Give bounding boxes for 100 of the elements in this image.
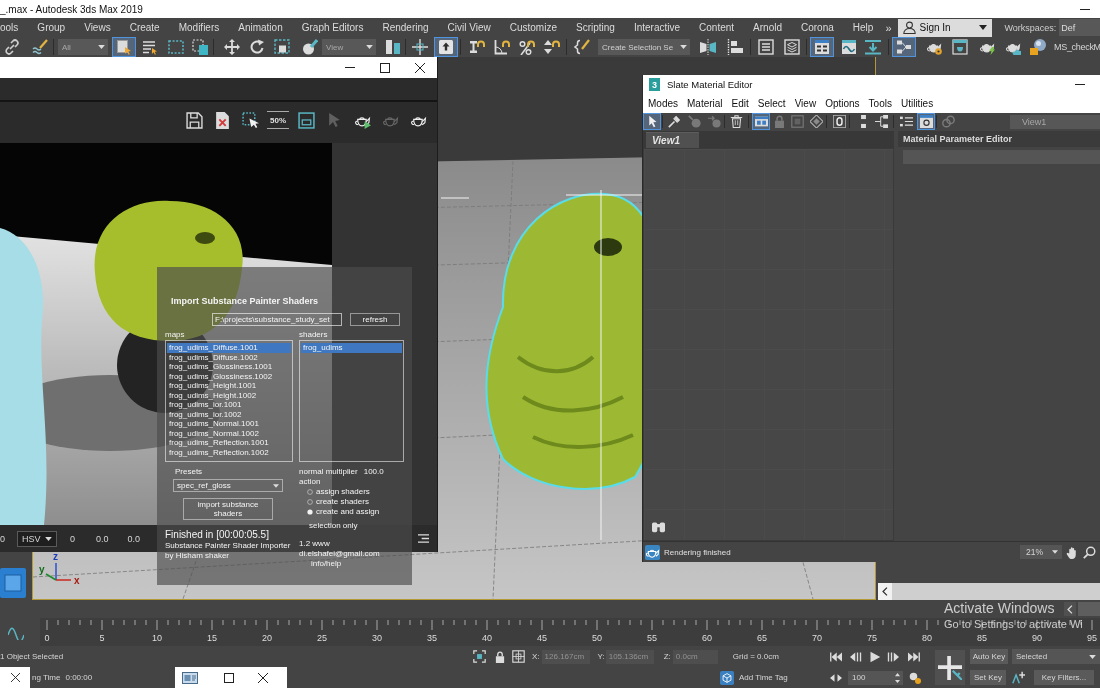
menu-item[interactable]: Modes — [648, 98, 678, 109]
cursor-button[interactable] — [643, 113, 661, 130]
set-key-button[interactable]: Set Key — [970, 670, 1006, 685]
window-thumbnail-icon[interactable] — [182, 669, 198, 686]
menu-item[interactable]: View — [794, 98, 817, 109]
left-right-arrows-icon[interactable] — [830, 671, 842, 684]
list-item[interactable]: frog_udims_Diffuse.1002 — [167, 352, 291, 362]
menu-item[interactable]: Customize — [509, 22, 557, 33]
menu-item[interactable]: Civil View — [447, 22, 491, 33]
ring-box-button[interactable] — [830, 113, 848, 130]
menu-item[interactable]: Scripting — [576, 22, 615, 33]
menu-lines-icon[interactable] — [418, 533, 429, 544]
menu-item[interactable]: Create — [129, 22, 160, 33]
key-mode-dropdown[interactable]: Selected — [1012, 649, 1100, 664]
close-icon[interactable] — [414, 62, 425, 73]
arrow-box-button[interactable] — [434, 37, 458, 57]
menu-item[interactable]: Tools — [868, 98, 892, 109]
view-tab[interactable]: View1 — [646, 132, 699, 148]
node-graph-button[interactable] — [892, 37, 916, 57]
list-item[interactable]: frog_udims_Reflection.1001 — [167, 438, 291, 448]
menu-item[interactable]: Utilities — [900, 98, 934, 109]
help-link[interactable]: info/help — [311, 559, 342, 569]
sign-in-button[interactable]: Sign In — [897, 18, 992, 37]
list-item[interactable]: frog_udims_Glossiness.1001 — [167, 362, 291, 372]
list-item[interactable]: frog_udims_ior.1002 — [167, 409, 291, 419]
list-item[interactable]: frog_udims_Glossiness.1002 — [167, 371, 291, 381]
preset-dropdown[interactable]: spec_ref_gloss — [173, 479, 283, 492]
radio-button[interactable] — [307, 509, 313, 515]
list-item[interactable]: frog_udims_Normal.1002 — [167, 428, 291, 438]
parameter-window-button[interactable] — [917, 113, 935, 130]
minimize-icon[interactable] — [1080, 8, 1090, 10]
preview-close-button[interactable] — [0, 667, 30, 688]
selection-set-dropdown[interactable]: Create Selection Se — [598, 39, 690, 55]
menu-item[interactable]: Material — [687, 98, 723, 109]
script-button[interactable]: MS_checkM — [1054, 42, 1100, 52]
key-curve-icon[interactable] — [1012, 671, 1025, 684]
diamond-button[interactable] — [807, 113, 825, 130]
crossed-box-icon[interactable] — [512, 650, 525, 663]
menu-item[interactable]: Graph Editors — [301, 22, 364, 33]
list-item[interactable]: frog_udims_Diffuse.1001 — [167, 343, 291, 353]
list-item[interactable]: frog_udims_Height.1001 — [167, 381, 291, 391]
menu-item[interactable]: Arnold — [753, 22, 782, 33]
padlock-icon[interactable] — [494, 650, 506, 663]
time-config-icon[interactable] — [909, 671, 921, 684]
key-plus-button[interactable] — [935, 650, 965, 685]
menu-item[interactable]: ools — [0, 22, 19, 33]
scrollbar-track[interactable] — [878, 583, 1100, 600]
focus-square-icon[interactable] — [473, 650, 486, 663]
color-mode-dropdown[interactable]: HSV — [17, 530, 57, 547]
node-view[interactable] — [643, 148, 894, 541]
menu-item[interactable]: Edit — [731, 98, 749, 109]
play-icon[interactable] — [869, 650, 881, 663]
path-field[interactable]: F:\projects\substance_study_set — [212, 313, 342, 326]
menu-item[interactable]: Corona — [801, 22, 834, 33]
menu-item[interactable]: Group — [37, 22, 66, 33]
next-frame-icon[interactable] — [887, 650, 899, 663]
ribbon-button[interactable] — [810, 37, 834, 57]
time-slider-back-button[interactable] — [1064, 602, 1076, 616]
menu-item[interactable]: Options — [825, 98, 860, 109]
list-item[interactable]: frog_udims_Normal.1001 — [167, 419, 291, 429]
frame-field[interactable]: 100 — [848, 670, 903, 685]
menu-item[interactable]: Select — [757, 98, 786, 109]
select-object-button[interactable] — [112, 37, 136, 57]
import-button[interactable]: import substance shaders — [183, 498, 273, 520]
menu-item[interactable]: Interactive — [633, 22, 681, 33]
eyedropper-button[interactable] — [665, 113, 683, 130]
go-to-end-icon[interactable] — [908, 650, 920, 663]
maximize-icon[interactable] — [379, 62, 390, 73]
radio-button[interactable] — [307, 499, 313, 505]
menu-item[interactable]: Views — [84, 22, 111, 33]
binoculars-icon[interactable] — [652, 520, 665, 533]
go-to-start-icon[interactable] — [830, 650, 842, 663]
list-item[interactable]: frog_udims — [301, 343, 402, 353]
key-filters-button[interactable]: Key Filters... — [1034, 670, 1094, 685]
menu-item[interactable]: Content — [699, 22, 735, 33]
layout-window-button[interactable] — [752, 113, 770, 130]
workspace-dropdown[interactable]: Def — [1059, 19, 1100, 36]
list-item[interactable]: frog_udims_Reflection.1002 — [167, 447, 291, 457]
refresh-button[interactable]: refresh — [350, 313, 400, 326]
maximize-icon[interactable] — [224, 672, 234, 683]
layout-children-button[interactable] — [872, 113, 890, 130]
zoom-percent-button[interactable]: 50% — [267, 111, 289, 129]
zoom-level-dropdown[interactable]: 21% — [1020, 545, 1062, 559]
hand-icon[interactable] — [1066, 545, 1079, 559]
search-icon[interactable] — [1083, 545, 1096, 559]
radio-button[interactable] — [307, 489, 313, 495]
normal-value-field[interactable]: 100.0 — [363, 467, 384, 477]
menu-item[interactable]: Help — [852, 22, 874, 33]
minimize-icon[interactable] — [344, 67, 355, 68]
menu-item[interactable]: Modifiers — [178, 22, 220, 33]
add-time-tag-button[interactable]: Add Time Tag — [720, 670, 788, 685]
previous-frame-icon[interactable] — [850, 650, 862, 663]
auto-key-button[interactable]: Auto Key — [970, 649, 1008, 664]
menu-item[interactable]: Animation — [238, 22, 283, 33]
menu-item[interactable]: Rendering — [382, 22, 429, 33]
menu-overflow-button[interactable]: » — [885, 21, 892, 34]
scroll-left-button[interactable] — [878, 583, 892, 600]
time-slider-thumb[interactable] — [1078, 602, 1100, 616]
close-icon[interactable] — [258, 672, 268, 683]
list-item[interactable]: frog_udims_Height.1002 — [167, 390, 291, 400]
